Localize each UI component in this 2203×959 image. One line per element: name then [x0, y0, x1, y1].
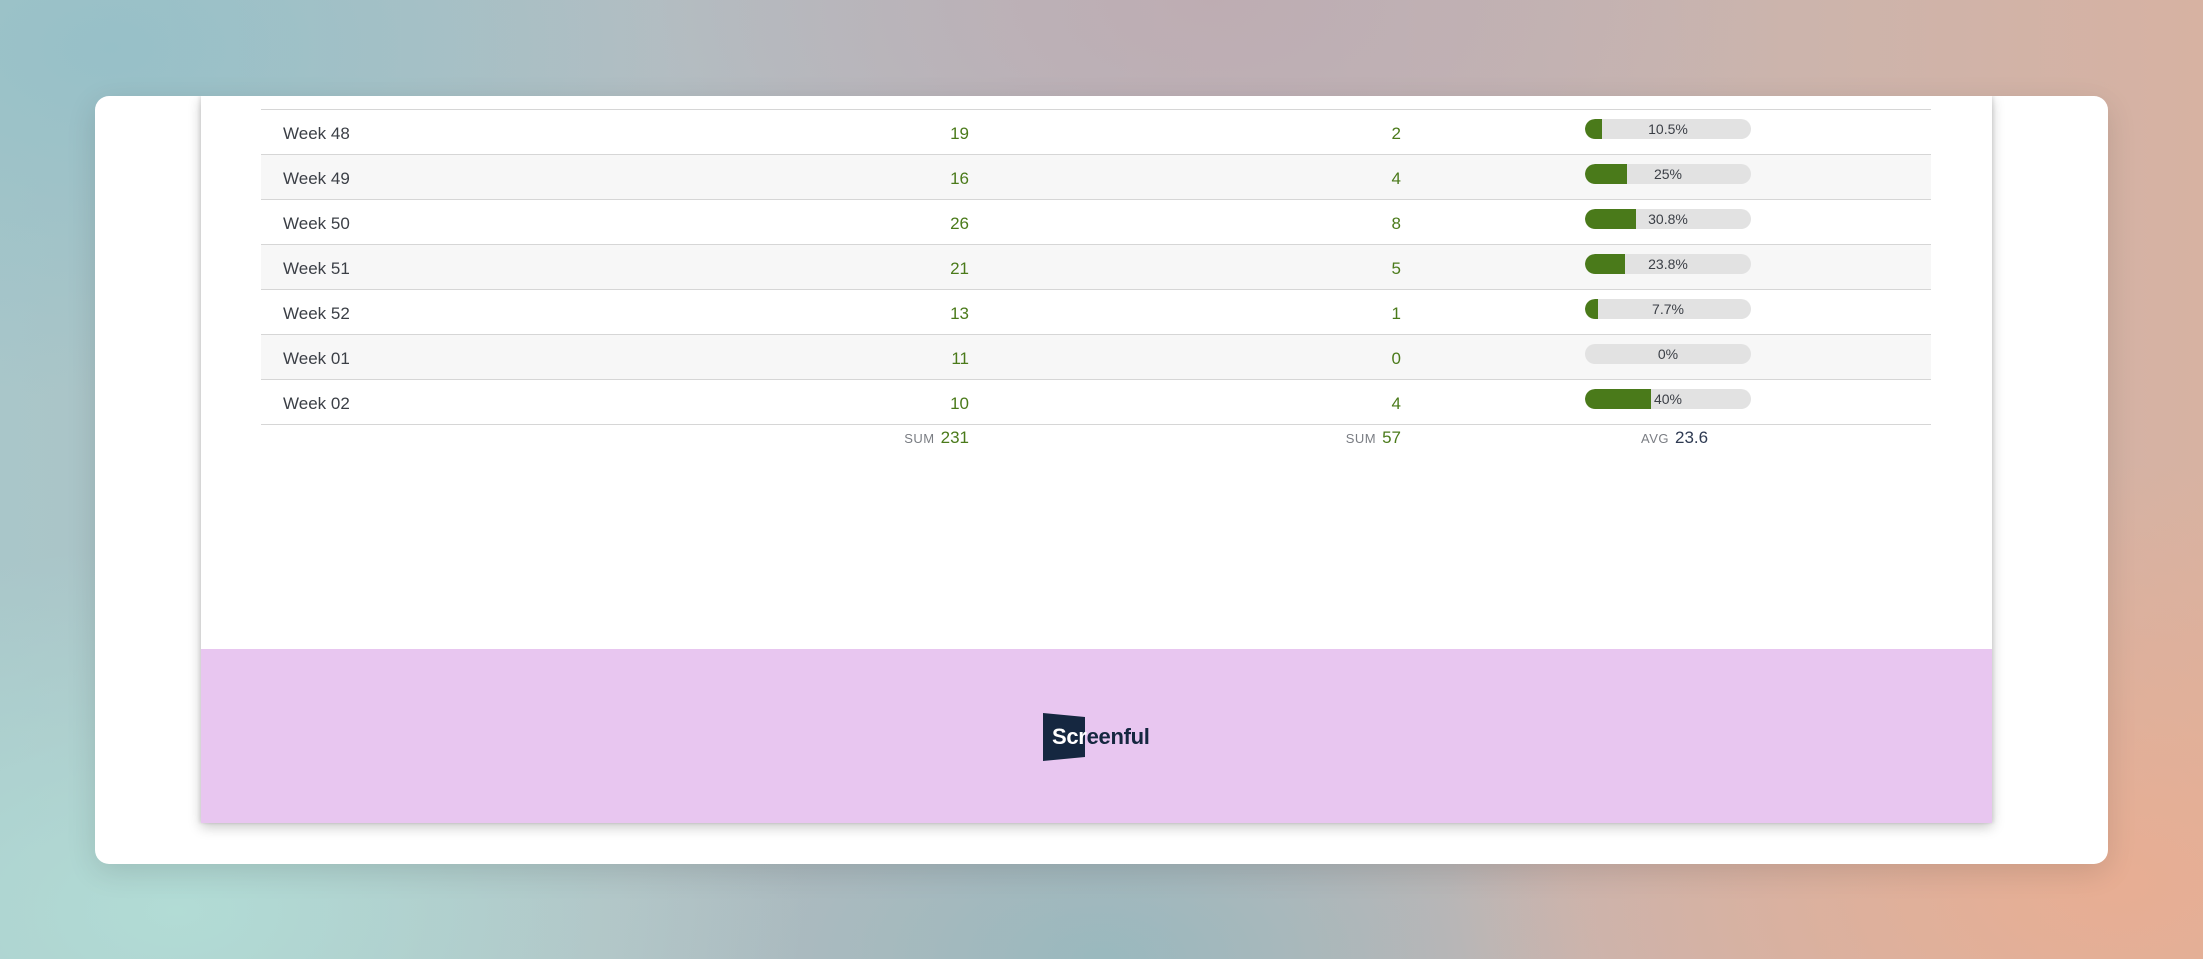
row-col1-value: 26: [950, 214, 969, 233]
row-col1-value: 19: [950, 124, 969, 143]
row-col2-value: 8: [1391, 214, 1401, 233]
app-window: Week 48 19 2 10.5% Week 49 16 4 25% Week 50 26 8 30…: [95, 96, 2108, 864]
row-col2-value: 4: [1391, 169, 1401, 188]
row-col1-value: 16: [950, 169, 969, 188]
percent-bar-label: 40%: [1653, 391, 1683, 407]
weekly-table: Week 48 19 2 10.5% Week 49 16 4 25% Week 50 26 8 30…: [261, 109, 1931, 425]
total-col2-label: SUM: [1345, 431, 1377, 446]
logo-wordmark-rest: eenful: [1086, 724, 1150, 749]
table-row: Week 50 26 8 30.8%: [261, 199, 1931, 244]
table-row: Week 51 21 5 23.8%: [261, 244, 1931, 289]
row-col1-value: 11: [951, 349, 969, 368]
table-row: Week 02 10 4 40%: [261, 379, 1931, 425]
percent-bar-label: 23.8%: [1648, 256, 1688, 272]
total-col2: SUM 57: [1251, 423, 1401, 454]
total-col3-label: AVG: [1641, 431, 1669, 446]
percent-bar: 30.8%: [1585, 209, 1751, 229]
table-row: Week 52 13 1 7.7%: [261, 289, 1931, 334]
percent-bar-label: 7.7%: [1652, 301, 1684, 317]
row-week-label: Week 52: [283, 304, 350, 323]
percent-bar-label: 30.8%: [1648, 211, 1688, 227]
logo-wordmark: Screenful: [1052, 724, 1150, 750]
row-week-label: Week 50: [283, 214, 350, 233]
total-col3: AVG 23.6: [1641, 423, 1771, 454]
table-row: Week 49 16 4 25%: [261, 154, 1931, 199]
total-col1: SUM 231: [819, 423, 969, 454]
screenful-logo: Screenful: [1041, 711, 1171, 763]
total-col1-label: SUM: [904, 431, 935, 446]
percent-bar: 0%: [1585, 344, 1751, 364]
row-col2-value: 2: [1391, 124, 1401, 143]
total-col3-value: 23.6: [1675, 428, 1709, 447]
table-row: Week 01 11 0 0%: [261, 334, 1931, 379]
row-col2-value: 0: [1391, 349, 1401, 368]
row-week-label: Week 49: [283, 169, 350, 188]
percent-bar-label: 25%: [1653, 166, 1683, 182]
row-col1-value: 21: [950, 259, 969, 278]
report-page: Week 48 19 2 10.5% Week 49 16 4 25% Week 50 26 8 30…: [201, 96, 1992, 823]
row-week-label: Week 48: [283, 124, 350, 143]
table-row: Week 48 19 2 10.5%: [261, 109, 1931, 154]
percent-bar-label: 10.5%: [1648, 121, 1688, 137]
row-col2-value: 5: [1391, 259, 1401, 278]
total-col1-value: 231: [940, 428, 969, 447]
total-col2-value: 57: [1382, 428, 1401, 447]
percent-bar: 10.5%: [1585, 119, 1751, 139]
table-totals: SUM 231 SUM 57 AVG 23.6: [261, 423, 1931, 453]
logo-wordmark-inverse: Scr: [1052, 724, 1087, 749]
row-col1-value: 10: [950, 394, 969, 413]
percent-bar: 23.8%: [1585, 254, 1751, 274]
percent-bar: 25%: [1585, 164, 1751, 184]
row-week-label: Week 51: [283, 259, 350, 278]
row-col2-value: 1: [1391, 304, 1401, 323]
row-week-label: Week 01: [283, 349, 350, 368]
percent-bar: 7.7%: [1585, 299, 1751, 319]
report-footer: Screenful: [201, 649, 1992, 823]
row-col1-value: 13: [950, 304, 969, 323]
percent-bar-label: 0%: [1657, 346, 1679, 362]
row-week-label: Week 02: [283, 394, 350, 413]
row-col2-value: 4: [1391, 394, 1401, 413]
percent-bar: 40%: [1585, 389, 1751, 409]
